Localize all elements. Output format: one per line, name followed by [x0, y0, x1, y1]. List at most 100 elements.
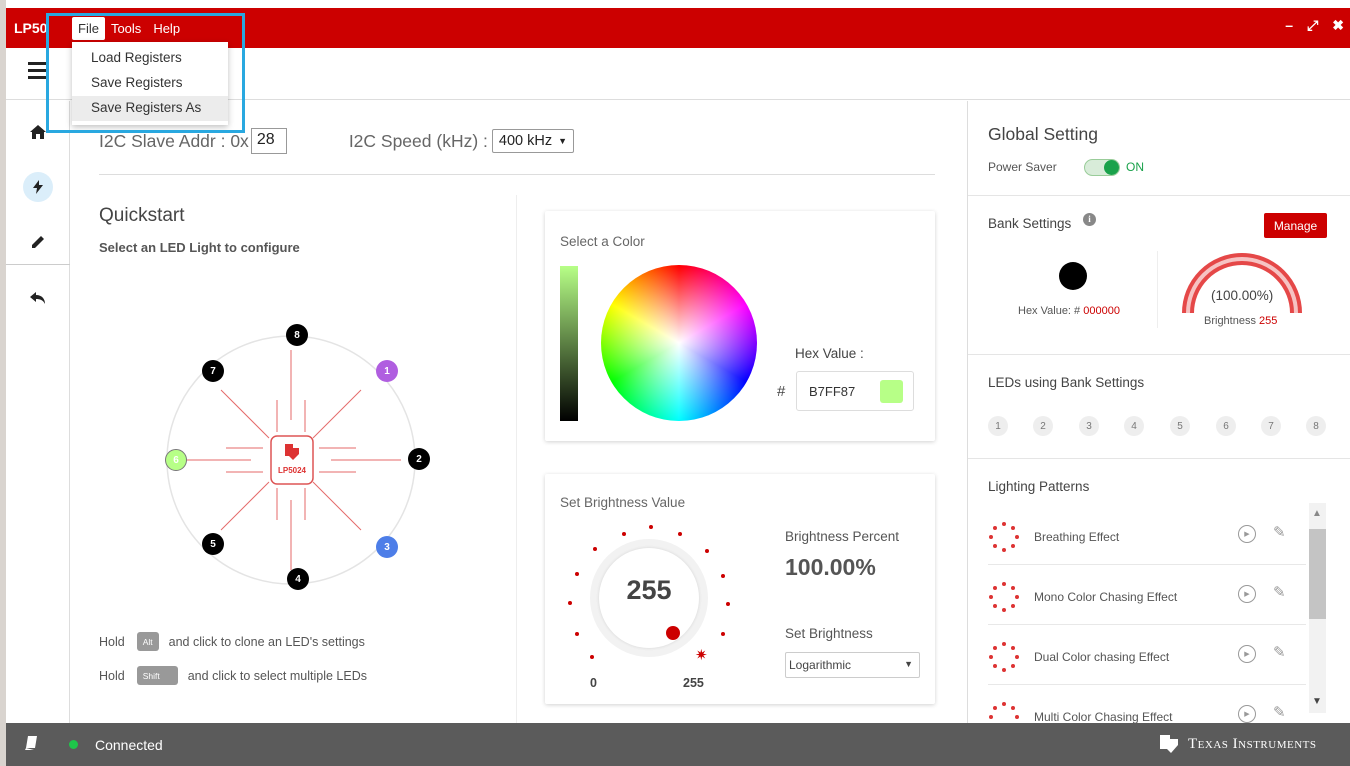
shift-key-badge: Shift	[136, 666, 178, 685]
pattern-item[interactable]: Multi Color Chasing Effect ▶ ✎	[988, 685, 1306, 723]
set-brightness-label: Set Brightness	[785, 626, 873, 641]
hex-value-input[interactable]: B7FF87	[796, 371, 914, 411]
scroll-up-icon[interactable]: ▲	[1312, 508, 1322, 519]
texas-instruments-logo: Texas Instruments	[1158, 735, 1316, 753]
bank-led-1[interactable]: 1	[988, 416, 1008, 436]
bank-led-4[interactable]: 4	[1124, 416, 1144, 436]
brightness-tick	[590, 655, 594, 659]
bank-hex-value: Hex Value: # 000000	[1018, 305, 1120, 317]
column-divider	[516, 195, 517, 723]
bank-divider	[1157, 251, 1158, 328]
color-shade-slider[interactable]	[560, 266, 578, 421]
maximize-icon[interactable]: ⤢	[1307, 17, 1318, 34]
led-1[interactable]: 1	[376, 360, 398, 382]
brightness-tick	[705, 549, 709, 553]
pencil-icon[interactable]	[23, 227, 53, 257]
bank-led-6[interactable]: 6	[1216, 416, 1236, 436]
brightness-mode-select[interactable]: Logarithmic ▼	[785, 652, 920, 678]
manage-button[interactable]: Manage	[1264, 213, 1327, 238]
brightness-card-title: Set Brightness Value	[560, 495, 686, 510]
undo-icon[interactable]	[23, 283, 53, 313]
brightness-percent-value: 100.00%	[785, 554, 876, 580]
brightness-tick	[575, 632, 579, 636]
bank-led-7[interactable]: 7	[1261, 416, 1281, 436]
brightness-tick	[678, 532, 682, 536]
quickstart-title: Quickstart	[99, 205, 185, 226]
brightness-card: Set Brightness Value 255 ✷ 0 255 Brightn…	[545, 474, 935, 704]
close-icon[interactable]: ✖	[1332, 17, 1344, 34]
pattern-ring-icon	[989, 522, 1019, 552]
color-card-title: Select a Color	[560, 234, 645, 249]
led-6[interactable]: 6	[165, 449, 187, 471]
brightness-tick	[575, 572, 579, 576]
brightness-tick	[568, 601, 572, 605]
pencil-icon[interactable]: ✎	[1273, 643, 1286, 661]
play-icon[interactable]: ▶	[1238, 645, 1256, 663]
brightness-knob-value: 255	[626, 575, 672, 605]
book-icon[interactable]	[25, 736, 37, 753]
pattern-name: Dual Color chasing Effect	[1034, 650, 1170, 664]
pencil-icon[interactable]: ✎	[1273, 703, 1286, 721]
brightness-mode-value: Logarithmic	[789, 658, 852, 672]
led-4[interactable]: 4	[287, 568, 309, 590]
bank-color-dot[interactable]	[1059, 262, 1087, 290]
sun-icon: ✷	[695, 647, 708, 664]
play-icon[interactable]: ▶	[1238, 585, 1256, 603]
leds-using-bank-title: LEDs using Bank Settings	[988, 375, 1145, 390]
leds-using-bank-section: LEDs using Bank Settings 1 2 3 4 5 6 7 8	[968, 355, 1350, 459]
led-7[interactable]: 7	[202, 360, 224, 382]
scroll-thumb[interactable]	[1309, 529, 1326, 619]
i2c-speed-label: I2C Speed (kHz) :	[348, 130, 488, 151]
ti-brand-text: Texas Instruments	[1188, 735, 1317, 752]
chip-label: LP5024	[277, 466, 307, 475]
status-bar: Connected Texas Instruments	[6, 723, 1350, 766]
pencil-icon[interactable]: ✎	[1273, 583, 1286, 601]
pencil-icon[interactable]: ✎	[1273, 523, 1286, 541]
bank-led-8[interactable]: 8	[1306, 416, 1326, 436]
power-saver-toggle[interactable]	[1084, 159, 1120, 176]
i2c-speed-select[interactable]: 400 kHz ▼	[491, 129, 575, 153]
i2c-addr-label: I2C Slave Addr : 0x	[99, 130, 249, 151]
global-setting-section: Global Setting Power Saver ON	[968, 101, 1350, 196]
bank-led-5[interactable]: 5	[1170, 416, 1190, 436]
scroll-down-icon[interactable]: ▼	[1312, 696, 1322, 707]
led-3[interactable]: 3	[376, 536, 398, 558]
brightness-knob-handle[interactable]	[666, 626, 680, 640]
info-icon[interactable]: i	[1083, 213, 1096, 226]
alt-key-badge: Alt	[136, 632, 159, 651]
pattern-item[interactable]: Mono Color Chasing Effect ▶ ✎	[988, 565, 1306, 625]
pattern-name: Mono Color Chasing Effect	[1034, 590, 1178, 604]
bank-led-3[interactable]: 3	[1079, 416, 1099, 436]
bank-settings-title: Bank Settings	[988, 216, 1072, 231]
play-icon[interactable]: ▶	[1238, 705, 1256, 723]
brightness-max-label: 255	[683, 676, 704, 690]
bank-settings-section: Bank Settings i Manage Hex Value: # 0000…	[968, 196, 1350, 355]
pattern-item[interactable]: Breathing Effect ▶ ✎	[988, 505, 1306, 565]
i2c-addr-input[interactable]: 28	[250, 128, 287, 154]
minimize-icon[interactable]: –	[1285, 17, 1293, 34]
bank-gauge-percent: (100.00%)	[1211, 288, 1274, 303]
brightness-knob[interactable]: 255	[590, 539, 708, 657]
patterns-scrollbar[interactable]: ▲ ▼	[1309, 503, 1326, 713]
color-wheel[interactable]	[601, 265, 757, 421]
pattern-item[interactable]: Dual Color chasing Effect ▶ ✎	[988, 625, 1306, 685]
bank-led-2[interactable]: 2	[1033, 416, 1053, 436]
right-panel: Global Setting Power Saver ON Bank Setti…	[967, 101, 1350, 723]
brightness-tick	[649, 525, 653, 529]
brightness-tick	[721, 574, 725, 578]
pattern-name: Breathing Effect	[1034, 530, 1120, 544]
hex-value-text: B7FF87	[809, 384, 856, 399]
brightness-tick	[622, 532, 626, 536]
brightness-min-label: 0	[590, 676, 597, 690]
app-title: LP50	[14, 20, 48, 36]
hamburger-menu-icon[interactable]	[28, 62, 48, 83]
led-8[interactable]: 8	[286, 324, 308, 346]
brightness-tick	[726, 602, 730, 606]
led-2[interactable]: 2	[408, 448, 430, 470]
connection-status-dot	[69, 740, 78, 749]
led-diagram: LP5024 8 1 7 6 2 5 3 4	[151, 320, 431, 600]
led-5[interactable]: 5	[202, 533, 224, 555]
play-icon[interactable]: ▶	[1238, 525, 1256, 543]
lightning-icon[interactable]	[23, 172, 53, 202]
i2c-speed-value: 400 kHz	[498, 133, 553, 149]
